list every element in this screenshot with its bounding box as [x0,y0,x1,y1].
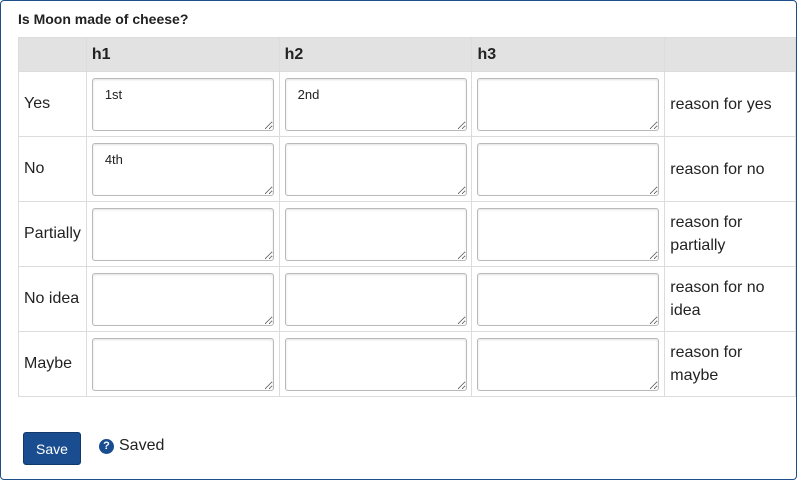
answer-maybe-h2[interactable] [284,337,467,391]
save-button[interactable]: Save [23,432,81,465]
row-label-no: No [18,136,87,202]
table-row: Maybe reason for maybe [18,331,796,397]
answer-no-h2[interactable] [284,142,467,196]
header-blank [18,37,87,72]
table-row: Yes reason for yes [18,71,796,137]
question-circle-icon[interactable]: ? [99,438,114,454]
column-header-h2: h2 [278,37,473,72]
row-label-no-idea: No idea [18,266,87,332]
status-text: Saved [119,437,165,454]
reason-partially: reason for partially [664,201,796,267]
question-panel: Is Moon made of cheese? h1 h2 h3 Yes rea… [0,0,797,480]
column-header-reason [664,37,796,72]
table-row: No idea reason for no idea [18,266,796,332]
table-row: Partially reason for partially [18,201,796,267]
answer-maybe-h1[interactable] [91,337,274,391]
answer-partially-h2[interactable] [284,207,467,261]
answer-partially-h1[interactable] [91,207,274,261]
row-label-maybe: Maybe [18,331,87,397]
answer-no-h1[interactable] [91,142,274,196]
header-row: h1 h2 h3 [18,37,796,72]
answer-matrix: h1 h2 h3 Yes reason for yes No reason fo… [18,37,796,397]
row-label-yes: Yes [18,71,87,137]
row-label-partially: Partially [18,201,87,267]
save-status: ? Saved [99,437,164,455]
answer-no-idea-h1[interactable] [91,272,274,326]
column-header-h1: h1 [85,37,280,72]
answer-no-h3[interactable] [477,142,660,196]
answer-yes-h3[interactable] [477,77,660,131]
reason-no-idea: reason for no idea [664,266,796,332]
answer-maybe-h3[interactable] [477,337,660,391]
answer-no-idea-h2[interactable] [284,272,467,326]
answer-yes-h2[interactable] [284,77,467,131]
column-header-h3: h3 [471,37,666,72]
answer-partially-h3[interactable] [477,207,660,261]
question-title: Is Moon made of cheese? [18,11,189,27]
answer-yes-h1[interactable] [91,77,274,131]
reason-no: reason for no [664,136,796,202]
table-row: No reason for no [18,136,796,202]
reason-maybe: reason for maybe [664,331,796,397]
reason-yes: reason for yes [664,71,796,137]
answer-no-idea-h3[interactable] [477,272,660,326]
